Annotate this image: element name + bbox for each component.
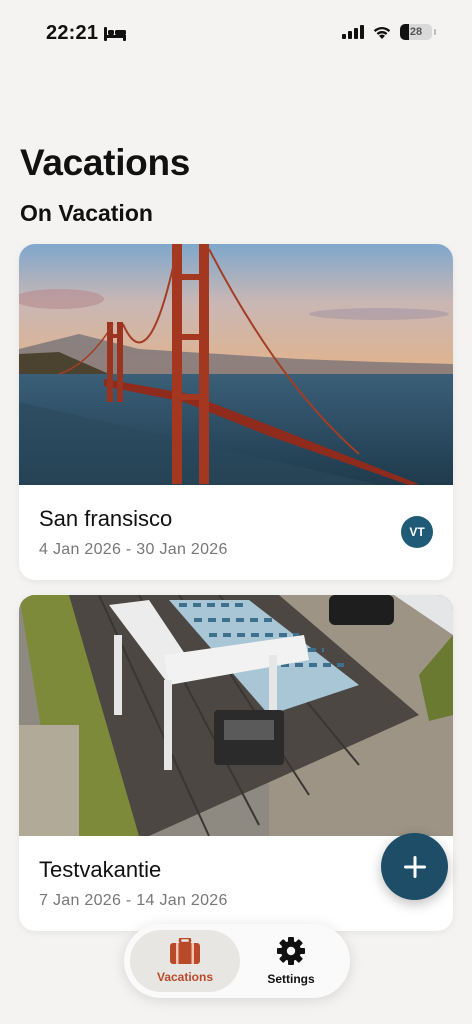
vacation-title: San fransisco — [39, 506, 173, 531]
tab-vacations-label: Vacations — [156, 970, 214, 984]
bottom-navigation: Vacations Settings — [124, 924, 350, 998]
vacation-photo-golden-gate — [19, 244, 453, 485]
participant-avatar[interactable]: VT — [401, 516, 433, 548]
tab-settings[interactable]: Settings — [236, 930, 346, 992]
suitcase-icon — [170, 938, 200, 964]
cellular-signal-icon — [342, 25, 364, 39]
status-time: 22:21 — [46, 22, 127, 45]
vacation-dates: 7 Jan 2026 - 14 Jan 2026 — [39, 892, 228, 909]
tab-vacations[interactable]: Vacations — [130, 930, 240, 992]
add-vacation-button[interactable] — [381, 833, 448, 900]
page-title: Vacations — [20, 142, 191, 183]
section-title-on-vacation: On Vacation — [20, 200, 153, 226]
sleep-focus-icon — [104, 26, 127, 41]
vacation-photo-deck-chair — [19, 595, 453, 836]
vacation-dates: 4 Jan 2026 - 30 Jan 2026 — [39, 541, 228, 558]
battery-level: 28 — [409, 26, 423, 38]
vacation-card-san-francisco[interactable]: San fransisco 4 Jan 2026 - 30 Jan 2026 V… — [19, 244, 453, 580]
clock-text: 22:21 — [46, 22, 99, 44]
tab-settings-label: Settings — [267, 972, 315, 986]
battery-tip — [434, 29, 436, 35]
gear-icon — [277, 937, 305, 965]
battery-icon: 28 — [400, 24, 432, 40]
status-indicators: 28 — [342, 24, 436, 40]
status-bar: 22:21 28 — [0, 0, 472, 70]
plus-icon — [403, 855, 426, 878]
wifi-icon — [373, 26, 391, 39]
vacation-title: Testvakantie — [39, 857, 162, 882]
